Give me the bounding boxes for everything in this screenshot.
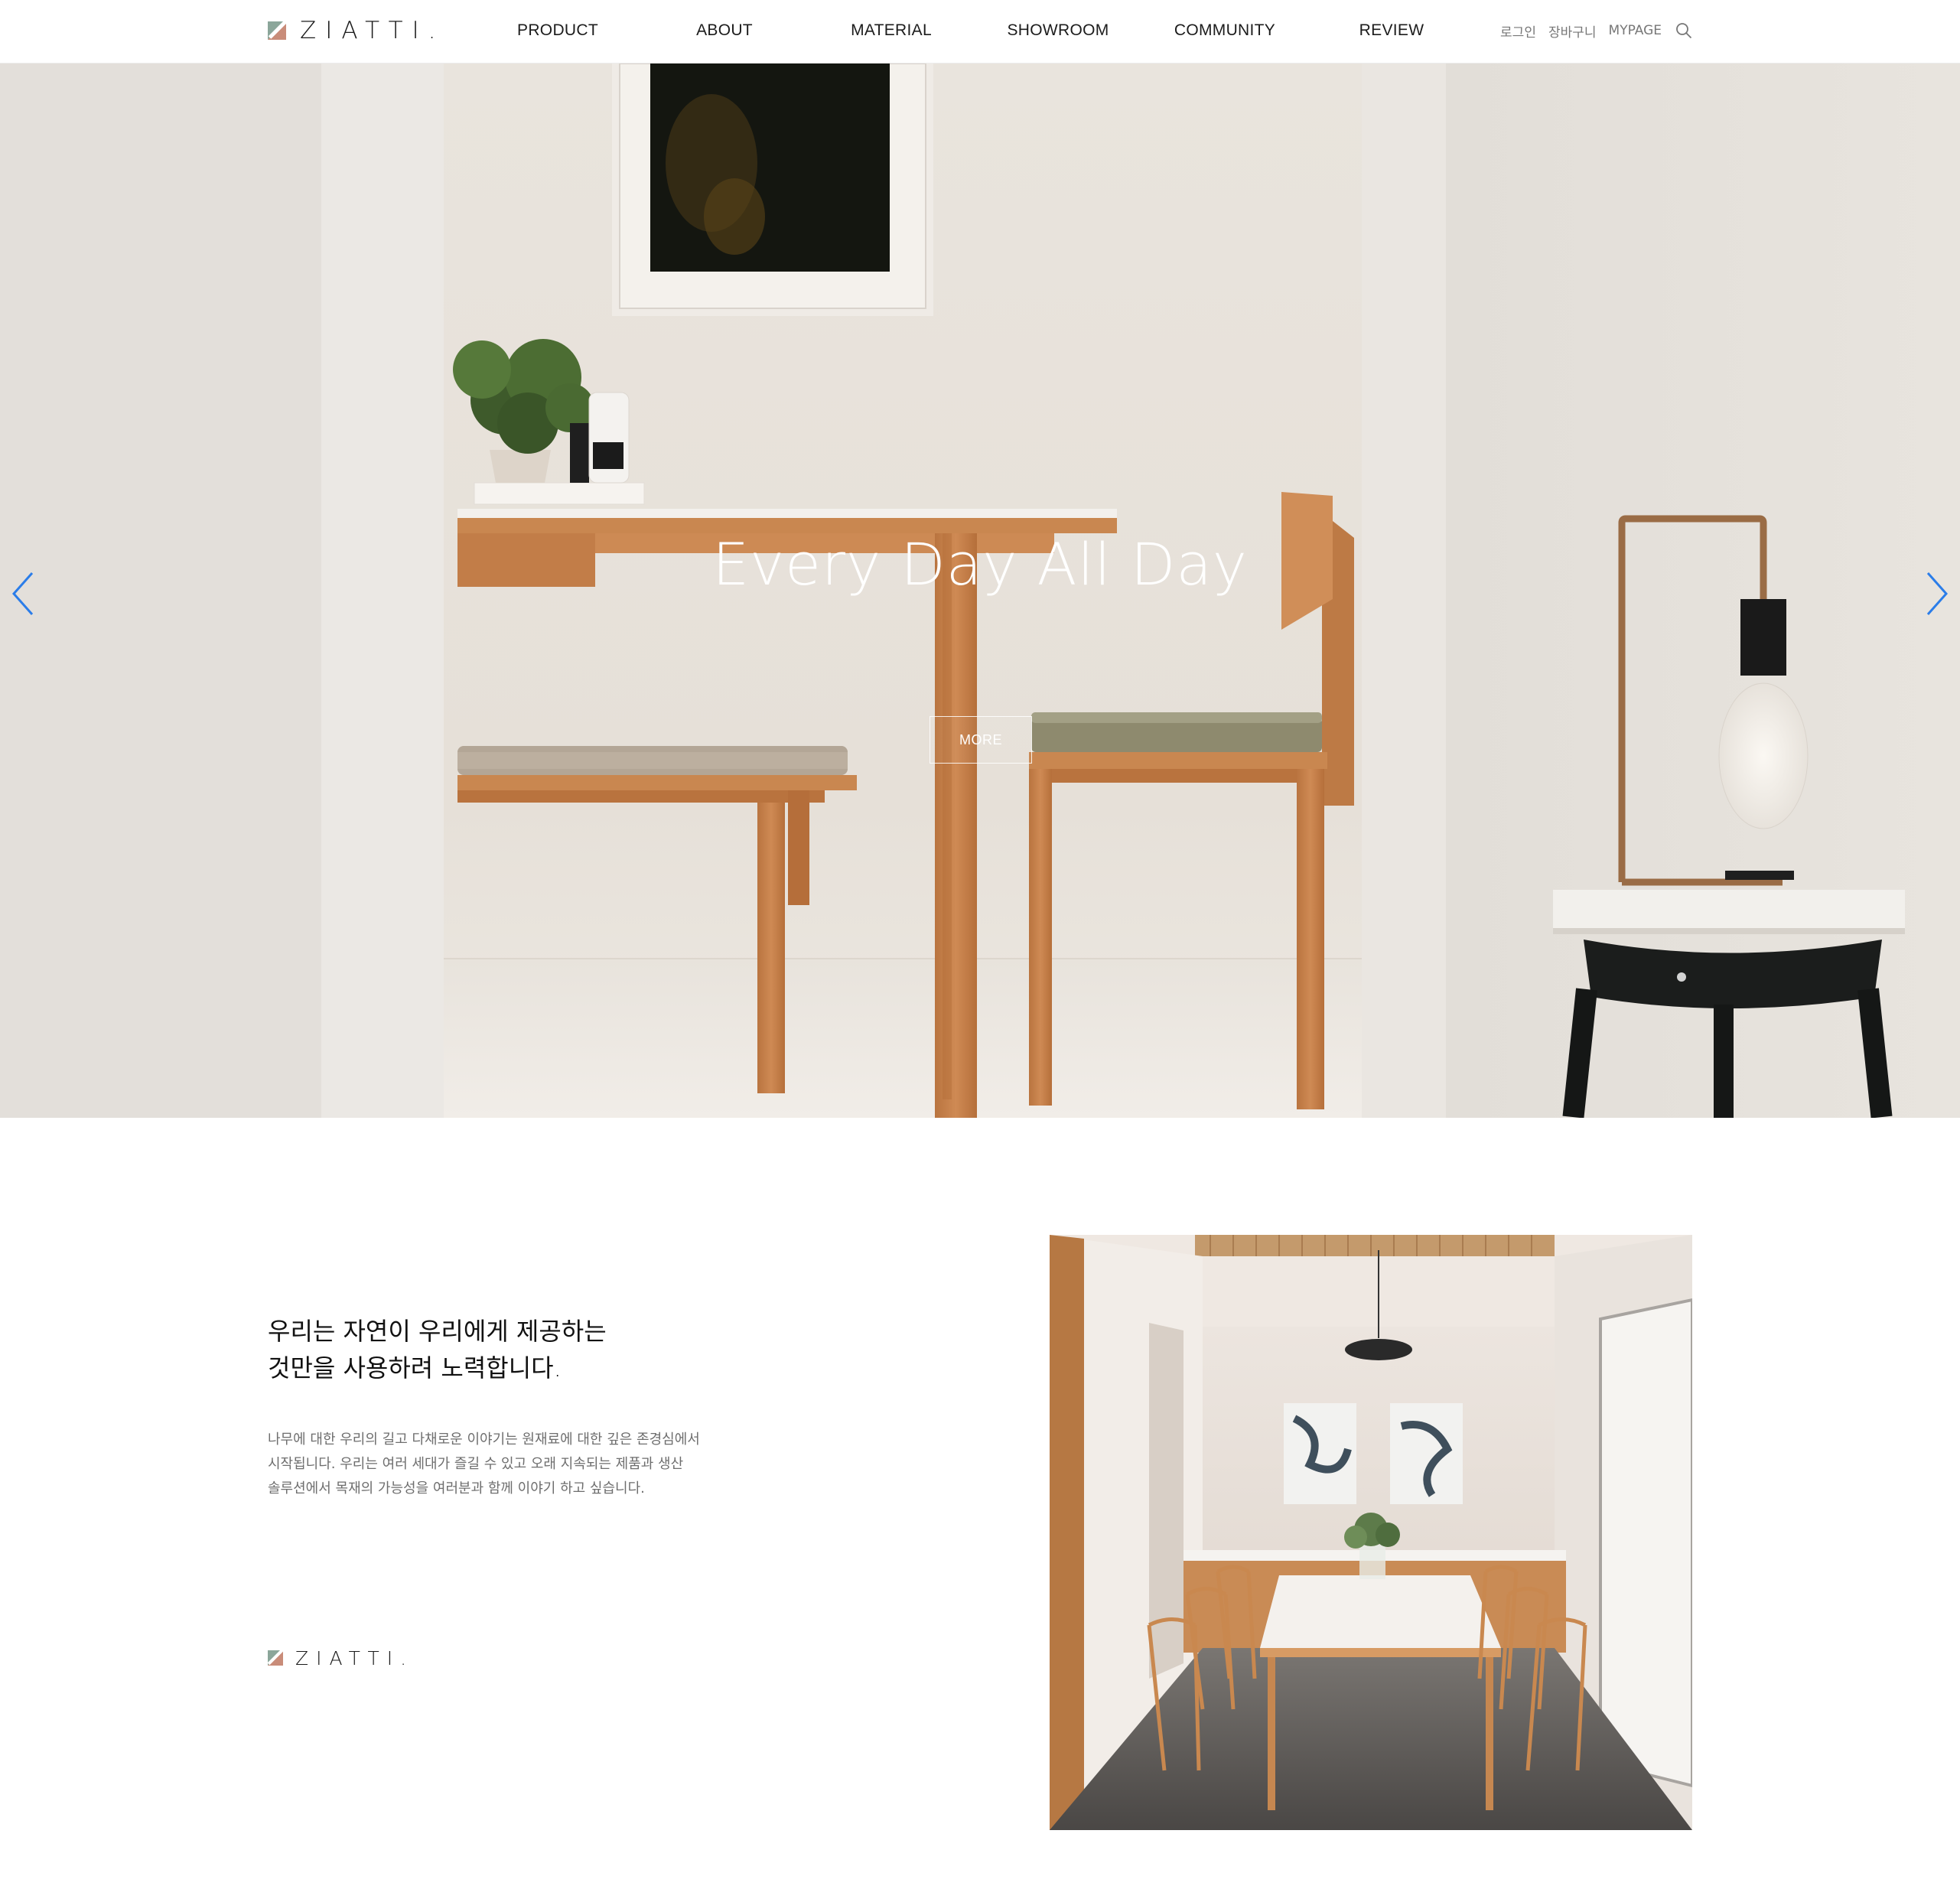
about-description: 나무에 대한 우리의 길고 다채로운 이야기는 원재료에 대한 깊은 존경심에서… [268,1428,773,1501]
hero-slider: Every Day All Day MORE [0,64,1960,1118]
more-button[interactable]: MORE [930,716,1032,764]
about-body-line: 솔루션에서 목재의 가능성을 여러분과 함께 이야기 하고 싶습니다. [268,1480,645,1497]
search-icon[interactable] [1675,22,1692,39]
about-brand-name: ZIATTI. [295,1646,415,1669]
nav-item-showroom[interactable]: SHOWROOM [975,0,1141,61]
main-nav: PRODUCT ABOUT MATERIAL SHOWROOM COMMUNIT… [474,0,1475,61]
nav-item-review[interactable]: REVIEW [1308,0,1475,61]
brand-logo[interactable]: ZIATTI. [268,17,445,44]
logo-mark-icon [267,1649,284,1666]
chevron-right-icon[interactable] [1922,567,1952,620]
nav-item-product[interactable]: PRODUCT [474,0,641,61]
about-headline-line: 우리는 자연이 우리에게 제공하는 [268,1317,607,1346]
about-headline-line: 것만을 사용하려 노력합니다. [268,1353,562,1383]
nav-item-about[interactable]: ABOUT [641,0,808,61]
brand-name: ZIATTI. [300,17,445,44]
utility-menu: 로그인 장바구니 MYPAGE [1500,20,1692,41]
chevron-left-icon[interactable] [8,567,38,620]
logo-mark-icon [268,20,288,40]
about-brand-logo: ZIATTI. [267,1646,415,1669]
login-link[interactable]: 로그인 [1500,21,1536,41]
cart-link[interactable]: 장바구니 [1548,21,1597,41]
about-body-line: 나무에 대한 우리의 길고 다채로운 이야기는 원재료에 대한 깊은 존경심에서 [268,1431,700,1448]
dining-room-image [1050,1235,1692,1830]
about-headline: 우리는 자연이 우리에게 제공하는 것만을 사용하려 노력합니다. [268,1313,607,1386]
mypage-link[interactable]: MYPAGE [1609,23,1662,38]
site-header: ZIATTI. PRODUCT ABOUT MATERIAL SHOWROOM … [0,0,1960,64]
nav-item-material[interactable]: MATERIAL [808,0,975,61]
nav-item-community[interactable]: COMMUNITY [1141,0,1308,61]
hero-title: Every Day All Day [712,530,1248,598]
about-body-line: 시작됩니다. 우리는 여러 세대가 즐길 수 있고 오래 지속되는 제품과 생산 [268,1456,684,1472]
